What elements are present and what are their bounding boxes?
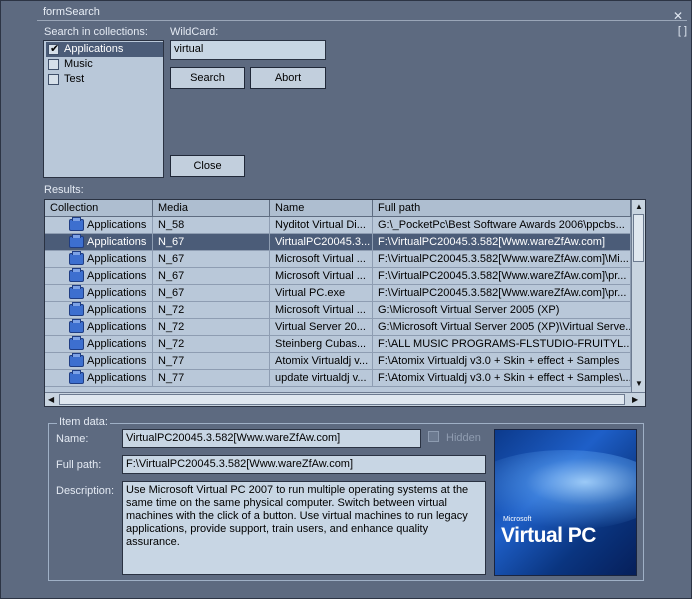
cell-media: N_67	[153, 234, 270, 251]
cell-path: F:\Atomix Virtualdj v3.0 + Skin + effect…	[373, 353, 631, 370]
close-icon[interactable]: ✕	[673, 9, 683, 23]
cell-collection: Applications	[45, 336, 153, 353]
cell-collection: Applications	[45, 234, 153, 251]
hidden-checkbox[interactable]	[428, 431, 439, 442]
abort-button[interactable]: Abort	[250, 67, 326, 89]
scroll-up-icon[interactable]: ▲	[635, 202, 643, 211]
cell-path: F:\VirtualPC20045.3.582[Www.wareZfAw.com…	[373, 268, 631, 285]
cell-media: N_67	[153, 268, 270, 285]
description-label: Description:	[56, 485, 115, 497]
cell-name: Atomix Virtualdj v...	[270, 353, 373, 370]
description-field[interactable]: Use Microsoft Virtual PC 2007 to run mul…	[122, 481, 486, 575]
name-label: Name:	[56, 433, 89, 445]
cell-media: N_72	[153, 319, 270, 336]
collections-list[interactable]: ✔ Applications Music Test	[43, 40, 164, 178]
table-row[interactable]: Applications N_72 Steinberg Cubas... F:\ALL…	[45, 336, 631, 353]
cell-name: Microsoft Virtual ...	[270, 251, 373, 268]
cell-media: N_67	[153, 285, 270, 302]
collection-label: Test	[64, 73, 85, 85]
cell-media: N_67	[153, 251, 270, 268]
cell-path: F:\VirtualPC20045.3.582[Www.wareZfAw.com…	[373, 234, 631, 251]
cell-collection: Applications	[45, 285, 153, 302]
checkmark-icon: ✔	[50, 43, 60, 55]
column-header-full-path[interactable]: Full path	[373, 200, 631, 217]
table-row[interactable]: Applications N_58 Nyditot Virtual Di... G:\…	[45, 217, 631, 234]
cell-collection: Applications	[45, 217, 153, 234]
cell-collection: Applications	[45, 353, 153, 370]
search-button[interactable]: Search	[170, 67, 245, 89]
cell-path: F:\VirtualPC20045.3.582[Www.wareZfAw.com…	[373, 251, 631, 268]
cell-collection: Applications	[45, 370, 153, 387]
cell-name: Microsoft Virtual ...	[270, 268, 373, 285]
close-button[interactable]: Close	[170, 155, 245, 177]
vertical-scrollbar[interactable]: ▲ ▼	[631, 200, 645, 392]
table-row[interactable]: Applications N_67 Microsoft Virtual ... F:\…	[45, 268, 631, 285]
window-title: formSearch	[43, 6, 100, 18]
wildcard-input[interactable]: virtual	[170, 40, 326, 60]
scroll-left-icon[interactable]: ◀	[48, 395, 54, 404]
checkbox[interactable]	[48, 74, 59, 85]
collection-label: Music	[64, 58, 93, 70]
scroll-thumb[interactable]	[633, 214, 644, 262]
column-header-name[interactable]: Name	[270, 200, 373, 217]
cell-media: N_77	[153, 353, 270, 370]
preview-title: Virtual PC	[501, 524, 596, 547]
cell-collection: Applications	[45, 302, 153, 319]
table-row[interactable]: Applications N_72 Virtual Server 20... G:\M…	[45, 319, 631, 336]
hidden-label: Hidden	[446, 432, 481, 444]
cell-name: Nyditot Virtual Di...	[270, 217, 373, 234]
collection-item-music[interactable]: Music	[46, 57, 163, 72]
cell-name: Microsoft Virtual ...	[270, 302, 373, 319]
cell-media: N_58	[153, 217, 270, 234]
table-row[interactable]: Applications N_77 update virtualdj v... F:\…	[45, 370, 631, 387]
wildcard-label: WildCard:	[170, 26, 219, 38]
collection-item-applications[interactable]: ✔ Applications	[46, 42, 163, 57]
name-field[interactable]: VirtualPC20045.3.582[Www.wareZfAw.com]	[122, 429, 421, 448]
cell-collection: Applications	[45, 319, 153, 336]
cell-collection: Applications	[45, 268, 153, 285]
cell-path: F:\Atomix Virtualdj v3.0 + Skin + effect…	[373, 370, 631, 387]
item-preview-image: Microsoft Virtual PC	[494, 429, 637, 576]
cell-path: F:\VirtualPC20045.3.582[Www.wareZfAw.com…	[373, 285, 631, 302]
item-data-title: Item data:	[57, 416, 110, 428]
cell-name: Virtual PC.exe	[270, 285, 373, 302]
cell-name: Virtual Server 20...	[270, 319, 373, 336]
restore-icon[interactable]: [ ]	[678, 25, 687, 37]
scroll-down-icon[interactable]: ▼	[635, 379, 643, 388]
table-row[interactable]: Applications N_67 Microsoft Virtual ... F:\…	[45, 251, 631, 268]
table-row[interactable]: Applications N_77 Atomix Virtualdj v... F:\…	[45, 353, 631, 370]
scroll-right-icon[interactable]: ▶	[632, 395, 638, 404]
full-path-field[interactable]: F:\VirtualPC20045.3.582[Www.wareZfAw.com…	[122, 455, 486, 474]
cell-media: N_77	[153, 370, 270, 387]
checkbox[interactable]	[48, 59, 59, 70]
cell-media: N_72	[153, 302, 270, 319]
cell-name: Steinberg Cubas...	[270, 336, 373, 353]
collection-item-test[interactable]: Test	[46, 72, 163, 87]
cell-collection: Applications	[45, 251, 153, 268]
table-row[interactable]: Applications N_67 VirtualPC20045.3... F:\Vi…	[45, 234, 631, 251]
form-search-window: formSearch ✕ [ ] Search in collections: …	[0, 0, 692, 599]
cell-name: update virtualdj v...	[270, 370, 373, 387]
results-grid[interactable]: Collection Media Name Full path Applicat…	[44, 199, 646, 407]
table-row[interactable]: Applications N_72 Microsoft Virtual ... G:\…	[45, 302, 631, 319]
cell-path: F:\ALL MUSIC PROGRAMS-FLSTUDIO-FRUITYL..…	[373, 336, 631, 353]
grid-header: Collection Media Name Full path	[45, 200, 631, 217]
title-bar: formSearch ✕	[37, 3, 687, 23]
results-label: Results:	[44, 184, 84, 196]
collection-label: Applications	[64, 43, 124, 55]
table-row[interactable]: Applications N_67 Virtual PC.exe F:\Virtual…	[45, 285, 631, 302]
cell-path: G:\Microsoft Virtual Server 2005 (XP)\Vi…	[373, 319, 631, 336]
column-header-collection[interactable]: Collection	[45, 200, 153, 217]
cell-media: N_72	[153, 336, 270, 353]
column-header-media[interactable]: Media	[153, 200, 270, 217]
scroll-thumb[interactable]	[59, 394, 625, 405]
cell-path: G:\Microsoft Virtual Server 2005 (XP)	[373, 302, 631, 319]
cell-path: G:\_PocketPc\Best Software Awards 2006\p…	[373, 217, 631, 234]
horizontal-scrollbar[interactable]: ◀ ▶	[45, 392, 645, 406]
full-path-label: Full path:	[56, 459, 102, 471]
collections-label: Search in collections:	[44, 26, 148, 38]
preview-brand-small: Microsoft	[503, 516, 532, 523]
cell-name: VirtualPC20045.3...	[270, 234, 373, 251]
checkbox[interactable]: ✔	[48, 43, 60, 55]
